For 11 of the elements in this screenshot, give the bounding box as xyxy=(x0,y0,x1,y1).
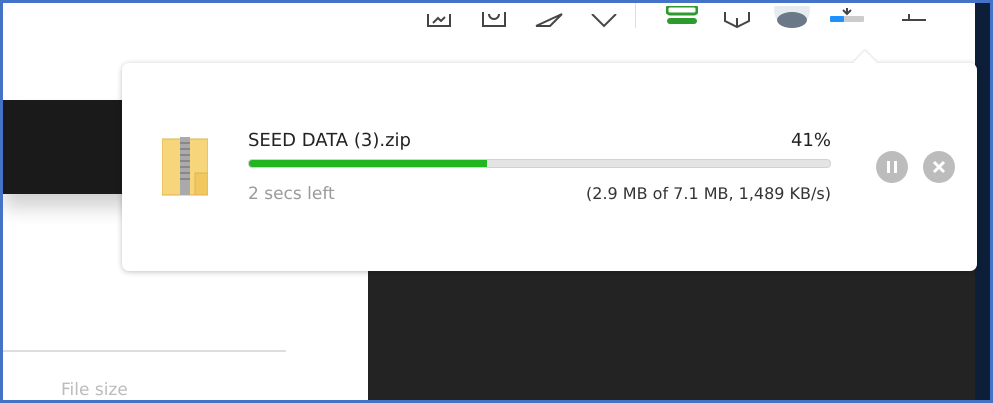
pause-icon xyxy=(886,160,898,174)
download-details: (2.9 MB of 7.1 MB, 1,489 KB/s) xyxy=(586,184,831,203)
column-header: File size xyxy=(61,380,129,400)
chart-icon[interactable] xyxy=(426,14,452,28)
close-icon xyxy=(932,160,946,174)
avatar-icon[interactable] xyxy=(772,6,812,28)
time-left: 2 secs left xyxy=(248,184,335,204)
download-percent: 41% xyxy=(790,130,831,151)
zip-file-icon xyxy=(162,137,208,197)
send-icon[interactable] xyxy=(534,10,564,28)
file-name: SEED DATA (3).zip xyxy=(248,130,411,151)
